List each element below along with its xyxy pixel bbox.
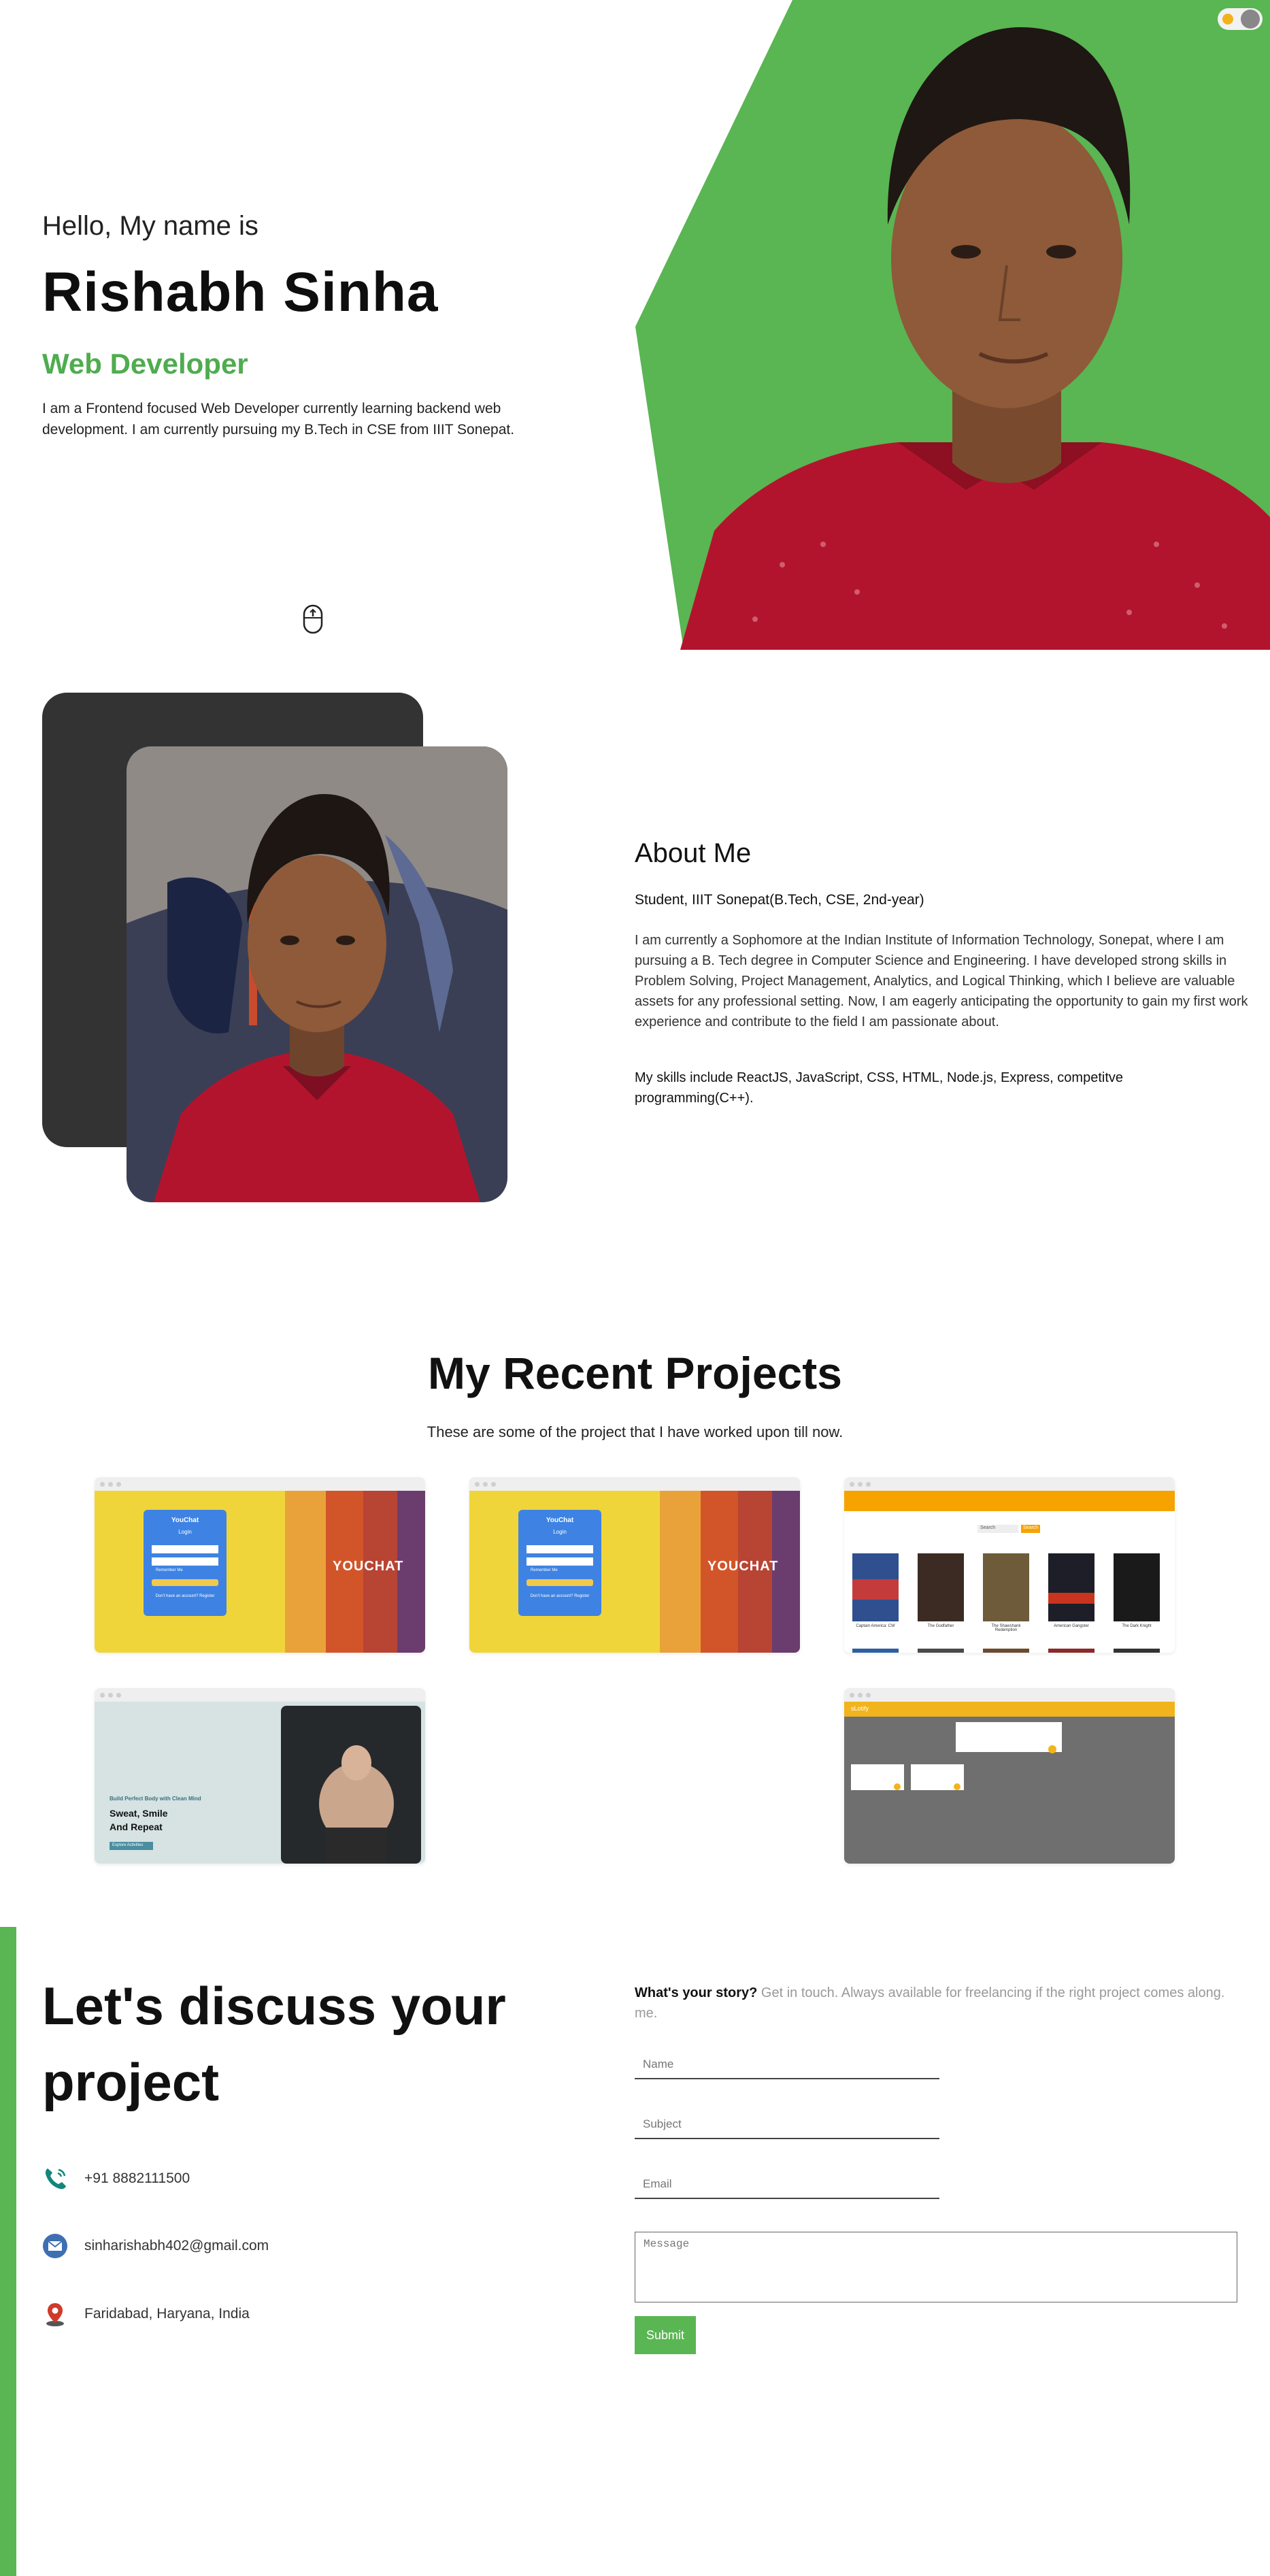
movie-title: The Godfather [927,1624,954,1628]
gym-headline-1: Sweat, Smile [110,1808,168,1819]
youchat-hero-word: YOUCHAT [333,1559,404,1574]
youchat-remember: Remember Me [156,1568,183,1572]
browser-bar [844,1688,1175,1702]
project-preview: YouChat Login Remember Me Don't have an … [95,1491,425,1653]
youchat-brand: YouChat [546,1517,574,1524]
project-card-youchat-2[interactable]: YouChat Login Remember Me Don't have an … [469,1477,800,1653]
toggle-knob [1241,10,1260,29]
about-skills: My skills include ReactJS, JavaScript, C… [635,1070,1124,1106]
youchat-footer: Don't have an account? Register [155,1594,215,1598]
youchat-footer: Don't have an account? Register [530,1594,590,1598]
youchat-brand: YouChat [171,1517,199,1524]
browser-bar [95,1688,425,1702]
kanban-brand: sLotify [851,1705,869,1712]
about-paragraph: I am currently a Sophomore at the Indian… [635,933,1248,1029]
projects-subtitle: These are some of the project that I hav… [427,1423,843,1440]
email-field[interactable] [635,2170,939,2199]
story-heading: What's your story? [635,1985,758,2000]
subject-field[interactable] [635,2111,939,2139]
movies-search-button: Search [1023,1525,1039,1530]
sun-icon [1222,14,1233,24]
contact-section: Let's discuss your project +91 888211150… [0,1927,1270,2576]
gym-cta: Explore Activities [112,1843,144,1847]
youchat-remember: Remember Me [531,1568,558,1572]
contact-phone[interactable]: +91 8882111500 [42,2164,190,2193]
email-icon [43,2234,67,2258]
owner-name: Rishabh Sinha [42,261,439,323]
location-text: Faridabad, Haryana, India [84,2306,250,2322]
project-card-kanban[interactable]: sLotify [844,1688,1175,1864]
hero-section: Hello, My name is Rishabh Sinha Web Deve… [0,0,1270,650]
message-field[interactable] [635,2232,1237,2302]
browser-bar [844,1477,1175,1491]
theme-toggle[interactable] [1218,8,1263,30]
email-address: sinharishabh402@gmail.com [84,2238,269,2253]
youchat-login-label: Login [553,1529,567,1535]
browser-bar [95,1477,425,1491]
contact-location: Faridabad, Haryana, India [42,2300,250,2328]
contact-email[interactable]: sinharishabh402@gmail.com [42,2232,269,2260]
hero-intro: Hello, My name is Rishabh Sinha Web Deve… [42,211,573,440]
greeting-text: Hello, My name is [42,211,258,241]
phone-number: +91 8882111500 [84,2170,190,2186]
youchat-login-label: Login [178,1529,192,1535]
hero-bio: I am a Frontend focused Web Developer cu… [42,401,515,437]
gym-tagline: Build Perfect Body with Clean Mind [110,1796,201,1802]
location-pin-icon [46,2303,64,2326]
about-section: About Me Student, IIIT Sonepat(B.Tech, C… [0,680,1270,1225]
role-title: Web Developer [42,348,248,380]
about-subtitle: Student, IIIT Sonepat(B.Tech, CSE, 2nd-y… [635,892,924,908]
about-content: About Me Student, IIIT Sonepat(B.Tech, C… [635,838,1270,1108]
about-photo [127,746,507,1202]
movie-title: The Shawshank Redemption [991,1624,1021,1632]
project-preview: Search Search Captain America: CW The Go… [844,1491,1175,1653]
submit-button[interactable]: Submit [635,2316,696,2354]
movies-search-input: Search [980,1525,996,1530]
movie-title: Captain America: CW [856,1624,895,1628]
name-input[interactable] [635,2051,939,2078]
contact-title: Let's discuss your project [42,1976,506,2112]
subject-input[interactable] [635,2111,939,2138]
project-preview: YouChat Login Remember Me Don't have an … [469,1491,800,1653]
email-input[interactable] [635,2170,939,2198]
project-card-gym[interactable]: Build Perfect Body with Clean Mind Sweat… [95,1688,425,1864]
contact-intro: What's your story? Get in touch. Always … [635,1983,1247,2024]
project-preview: sLotify [844,1702,1175,1864]
accent-stripe [0,1927,16,2576]
mouse-scroll-icon[interactable] [303,604,323,634]
movie-title: American Gangster [1054,1624,1089,1628]
movie-title: The Dark Knight [1122,1624,1152,1628]
gym-headline-2: And Repeat [110,1821,163,1832]
message-input[interactable] [635,2232,1237,2302]
phone-icon [45,2168,66,2190]
projects-title: My Recent Projects [428,1348,842,1398]
name-field[interactable] [635,2051,939,2079]
browser-bar [469,1477,800,1491]
project-card-youchat[interactable]: YouChat Login Remember Me Don't have an … [95,1477,425,1653]
about-title: About Me [635,838,752,868]
project-preview: Build Perfect Body with Clean Mind Sweat… [95,1702,425,1864]
youchat-hero-word: YOUCHAT [707,1559,779,1574]
project-card-movies[interactable]: Search Search Captain America: CW The Go… [844,1477,1175,1653]
